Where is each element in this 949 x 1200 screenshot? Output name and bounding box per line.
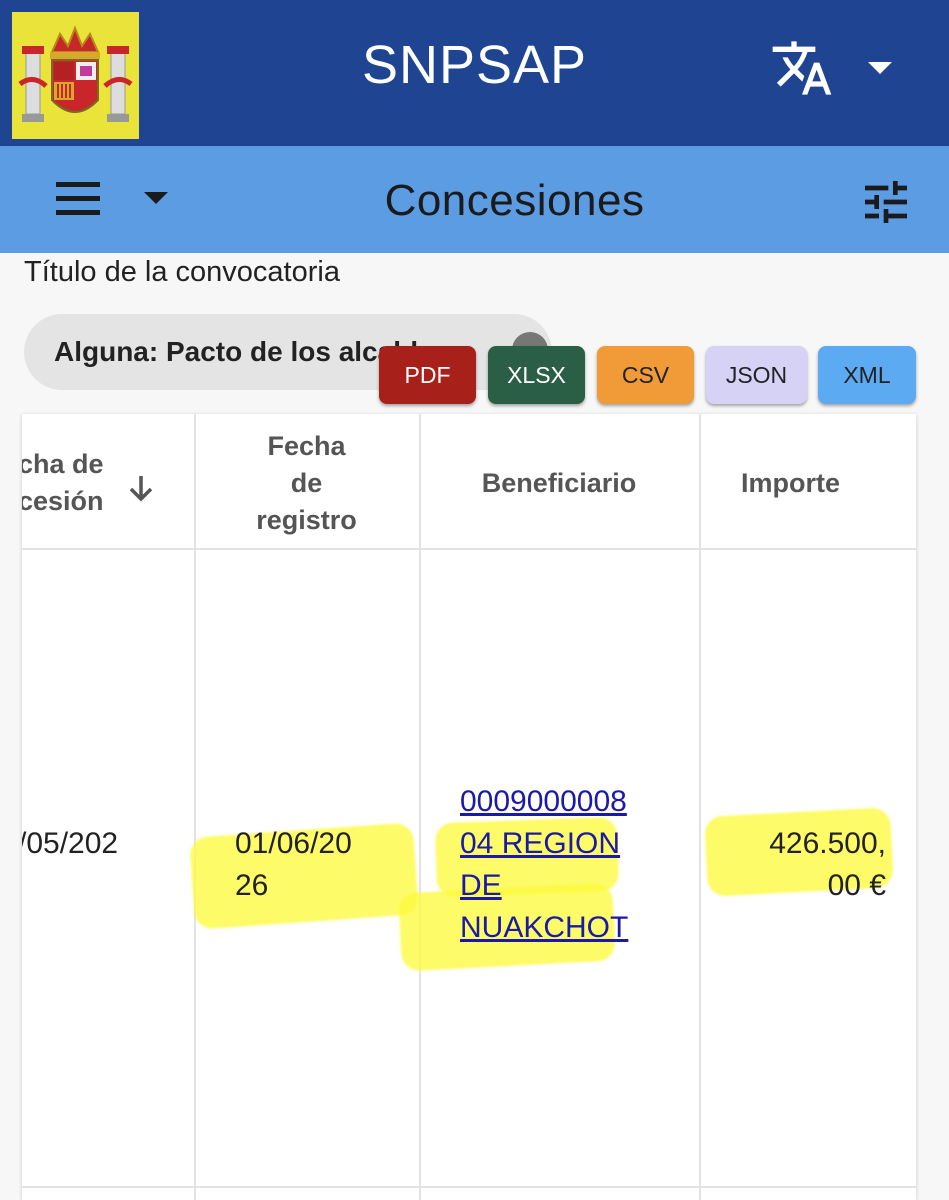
cell-line: 00 € [827, 869, 886, 902]
cell-line: 426.500, [769, 827, 886, 860]
cell-line: DE [460, 869, 502, 902]
column-header-line: cha de [22, 449, 104, 479]
row-divider [22, 1186, 916, 1188]
column-header-fecha-registro[interactable]: Fecha de registro [194, 428, 419, 539]
export-pdf-button[interactable]: PDF [379, 346, 476, 404]
cell-line: 0009000008 [460, 785, 627, 818]
cell-line: NUAKCHOT [460, 911, 629, 944]
cell-line: 01/06/20 [235, 827, 352, 860]
cell-fecha-concesion: /05/202 [22, 827, 119, 860]
export-csv-button[interactable]: CSV [597, 346, 694, 404]
cell-importe: 426.500, 00 € [722, 823, 886, 907]
translate-icon[interactable] [770, 36, 840, 100]
arrow-down-icon[interactable] [126, 472, 156, 504]
column-header-beneficiario[interactable]: Beneficiario [419, 465, 699, 502]
cell-line: 04 REGION [460, 827, 621, 860]
column-divider [419, 414, 421, 1200]
tune-icon[interactable] [858, 174, 920, 230]
export-xml-button[interactable]: XML [818, 346, 916, 404]
export-json-button[interactable]: JSON [706, 346, 807, 404]
page-title: Concesiones [384, 176, 645, 225]
results-table: cha de cesión Fecha de registro Benefici… [22, 414, 916, 1200]
toolbar: Concesiones [0, 146, 949, 253]
column-header-fecha-concesion[interactable]: cha de cesión [22, 446, 118, 520]
caret-down-icon[interactable] [862, 56, 898, 80]
column-header-line: cesión [22, 486, 104, 516]
app-bar: SNPSAP [0, 0, 949, 146]
column-header-line: Fecha [267, 431, 346, 461]
cell-line: 26 [235, 869, 269, 902]
column-divider [699, 414, 701, 1200]
header-divider [22, 548, 916, 550]
cell-fecha-registro: 01/06/20 26 [235, 823, 352, 907]
column-header-importe[interactable]: Importe [699, 465, 882, 502]
column-header-line: registro [256, 505, 357, 535]
filter-label: Título de la convocatoria [24, 256, 340, 288]
beneficiario-link[interactable]: 0009000008 04 REGION DE NUAKCHOT [460, 781, 628, 949]
column-header-line: de [290, 468, 323, 498]
export-xlsx-button[interactable]: XLSX [488, 346, 585, 404]
